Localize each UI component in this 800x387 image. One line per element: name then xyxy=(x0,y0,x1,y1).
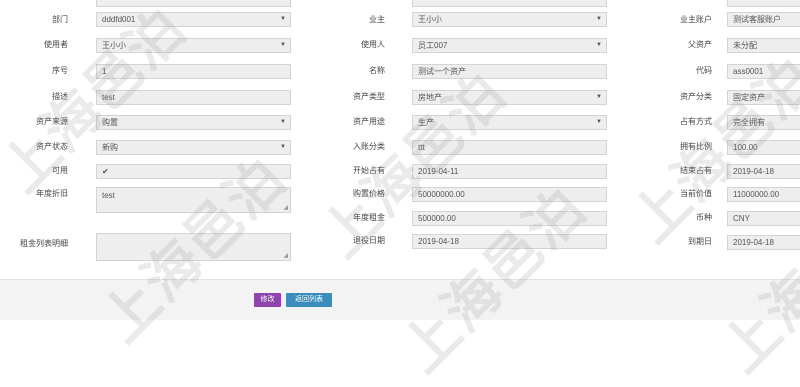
currency-label: 币种 xyxy=(696,213,712,222)
dept-select[interactable]: dddfd001 ▼ xyxy=(96,12,291,27)
top-field-col1[interactable] xyxy=(96,0,291,7)
ratio-label: 拥有比例 xyxy=(680,142,712,151)
chevron-down-icon: ▼ xyxy=(280,119,286,125)
annual-dep-textarea[interactable]: test ◢ xyxy=(96,187,291,213)
resize-grip-icon[interactable]: ◢ xyxy=(283,205,288,211)
user-value: 王小小 xyxy=(102,41,126,50)
expire-label: 到期日 xyxy=(688,237,712,246)
top-field-col3[interactable] xyxy=(727,0,800,7)
expire-date-field[interactable]: 2019-04-18 xyxy=(727,235,800,250)
start-date-field[interactable]: 2019-04-11 xyxy=(412,164,607,179)
occupy-label: 占有方式 xyxy=(680,117,712,126)
resize-grip-icon[interactable]: ◢ xyxy=(283,253,288,259)
occupy-field[interactable]: 完全拥有 xyxy=(727,115,800,130)
category-field[interactable]: 固定资产 xyxy=(727,90,800,105)
chevron-down-icon: ▼ xyxy=(596,94,602,100)
asset-detail-form: 部门 dddfd001 ▼ 使用者 王小小 ▼ 序号 1 描述 test 资产来源 … xyxy=(0,0,800,279)
chevron-down-icon: ▼ xyxy=(280,16,286,22)
status-label: 资产状态 xyxy=(36,142,68,151)
seq-label: 序号 xyxy=(52,66,68,75)
annual-rent-label: 年度租金 xyxy=(353,213,385,222)
type-select[interactable]: 房地产 ▼ xyxy=(412,90,607,105)
owner-account-field[interactable]: 测试客服账户 xyxy=(727,12,800,27)
parent-label: 父资产 xyxy=(688,40,712,49)
col2-user-select[interactable]: 员工007 ▼ xyxy=(412,38,607,53)
rent-detail-label: 租金列表明细 xyxy=(20,239,68,248)
owner-select[interactable]: 王小小 ▼ xyxy=(412,12,607,27)
purchase-field[interactable]: 50000000.00 xyxy=(412,187,607,202)
end-label: 结束占有 xyxy=(680,166,712,175)
available-checkbox[interactable]: ✔ xyxy=(96,164,291,179)
source-value: 购置 xyxy=(102,118,118,127)
annual-rent-field[interactable]: 500000.00 xyxy=(412,211,607,226)
ledger-field[interactable]: ttt xyxy=(412,140,607,155)
category-label: 资产分类 xyxy=(680,92,712,101)
ratio-field[interactable]: 100.00 xyxy=(727,140,800,155)
currency-field[interactable]: CNY xyxy=(727,211,800,226)
edit-button[interactable]: 修改 xyxy=(254,293,281,307)
name-label: 名称 xyxy=(369,66,385,75)
owner-label: 业主 xyxy=(369,15,385,24)
status-select[interactable]: 新购 ▼ xyxy=(96,140,291,155)
code-field[interactable]: ass0001 xyxy=(727,64,800,79)
ledger-label: 入账分类 xyxy=(353,142,385,151)
available-label: 可用 xyxy=(52,166,68,175)
desc-field[interactable]: test xyxy=(96,90,291,105)
code-label: 代码 xyxy=(696,66,712,75)
user-select[interactable]: 王小小 ▼ xyxy=(96,38,291,53)
name-field[interactable]: 测试一个资产 xyxy=(412,64,607,79)
annual-dep-label: 年度折旧 xyxy=(36,189,68,198)
owner-value: 王小小 xyxy=(418,15,442,24)
col2-user-value: 员工007 xyxy=(418,41,448,50)
owner-account-label: 业主账户 xyxy=(680,15,712,24)
chevron-down-icon: ▼ xyxy=(280,144,286,150)
source-select[interactable]: 购置 ▼ xyxy=(96,115,291,130)
usage-value: 生产 xyxy=(418,118,434,127)
chevron-down-icon: ▼ xyxy=(280,42,286,48)
current-value-label: 当前价值 xyxy=(680,189,712,198)
rent-detail-textarea[interactable]: ◢ xyxy=(96,233,291,261)
dept-value: dddfd001 xyxy=(102,15,136,24)
chevron-down-icon: ▼ xyxy=(596,119,602,125)
dept-label: 部门 xyxy=(52,15,68,24)
annual-dep-value: test xyxy=(102,191,115,200)
parent-field[interactable]: 未分配 xyxy=(727,38,800,53)
purchase-label: 购置价格 xyxy=(353,189,385,198)
col2-user-label: 使用人 xyxy=(361,40,385,49)
usage-label: 资产用途 xyxy=(353,117,385,126)
type-label: 资产类型 xyxy=(353,92,385,101)
usage-select[interactable]: 生产 ▼ xyxy=(412,115,607,130)
chevron-down-icon: ▼ xyxy=(596,42,602,48)
due-label: 退役日期 xyxy=(353,236,385,245)
type-value: 房地产 xyxy=(418,93,442,102)
current-value-field[interactable]: 11000000.00 xyxy=(727,187,800,202)
top-field-col2[interactable] xyxy=(412,0,607,7)
user-label: 使用者 xyxy=(44,40,68,49)
form-footer xyxy=(0,279,800,320)
chevron-down-icon: ▼ xyxy=(596,16,602,22)
seq-field[interactable]: 1 xyxy=(96,64,291,79)
desc-label: 描述 xyxy=(52,92,68,101)
start-label: 开始占有 xyxy=(353,166,385,175)
due-date-field[interactable]: 2019-04-18 xyxy=(412,234,607,249)
end-date-field[interactable]: 2019-04-18 xyxy=(727,164,800,179)
source-label: 资产来源 xyxy=(36,117,68,126)
back-to-list-button[interactable]: 返回列表 xyxy=(286,293,332,307)
status-value: 新购 xyxy=(102,143,118,152)
